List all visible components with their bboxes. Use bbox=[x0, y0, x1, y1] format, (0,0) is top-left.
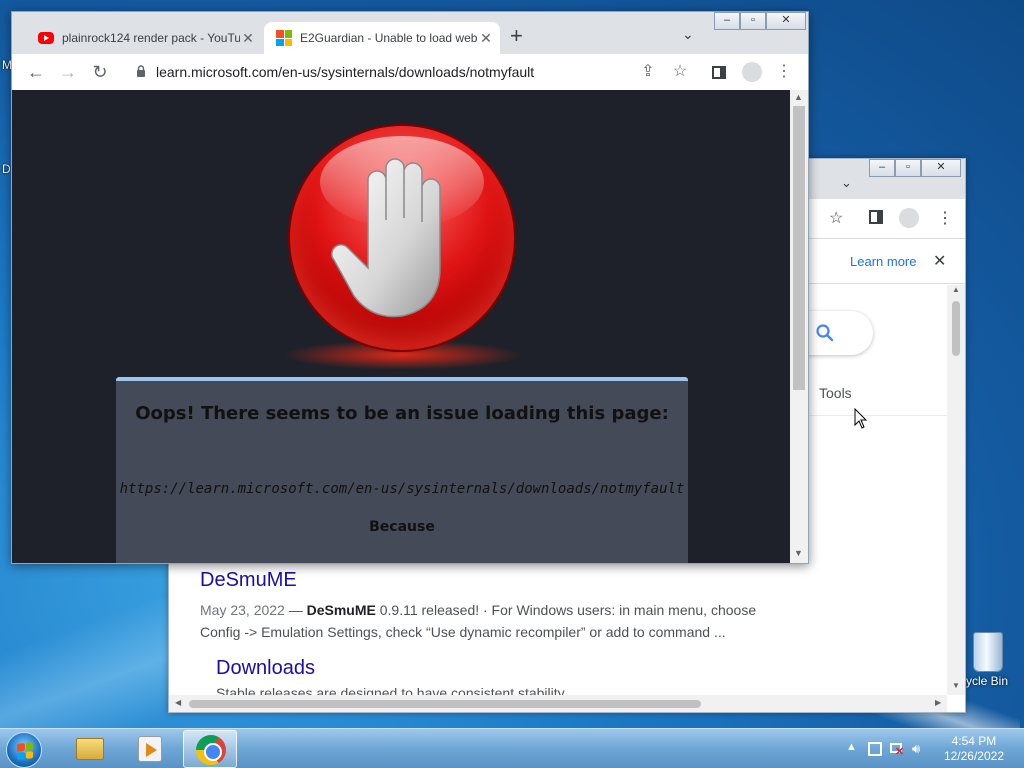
error-message-box: Oops! There seems to be an issue loading… bbox=[116, 377, 688, 563]
new-tab-plus-icon[interactable]: + bbox=[510, 24, 523, 48]
scrollbar-thumb[interactable] bbox=[793, 106, 805, 390]
close-infobar-icon[interactable]: ✕ bbox=[933, 251, 946, 271]
result-snippet: May 23, 2022 — DeSmuME 0.9.11 released! … bbox=[200, 599, 780, 643]
browser-toolbar: ← → ↻ learn.microsoft.com/en-us/sysinter… bbox=[12, 54, 808, 90]
forward-arrow-icon[interactable]: → bbox=[56, 60, 80, 84]
tab-title: plainrock124 render pack - YouTu bbox=[62, 31, 240, 45]
taskbar-explorer-button[interactable] bbox=[62, 730, 116, 768]
clock[interactable]: 4:54 PM 12/26/2022 bbox=[944, 734, 1004, 764]
recycle-bin-icon bbox=[973, 632, 1003, 672]
side-panel-icon[interactable] bbox=[869, 210, 883, 224]
scroll-up-arrow-icon[interactable]: ▲ bbox=[794, 92, 803, 102]
profile-avatar-icon[interactable] bbox=[899, 208, 919, 228]
window-controls: – ▫ ✕ bbox=[714, 12, 806, 30]
scroll-left-arrow-icon[interactable]: ◀ bbox=[175, 698, 181, 707]
result-sublink-snippet: Stable releases are designed to have con… bbox=[216, 685, 565, 695]
desktop-icon-label-fragment[interactable]: D bbox=[2, 162, 11, 176]
tab-search-chevron-icon[interactable]: ⌄ bbox=[682, 26, 694, 43]
error-heading: Oops! There seems to be an issue loading… bbox=[135, 403, 669, 424]
vertical-scrollbar[interactable]: ▲ ▼ bbox=[790, 90, 808, 563]
address-bar[interactable]: learn.microsoft.com/en-us/sysinternals/d… bbox=[124, 57, 696, 87]
scrollbar-thumb[interactable] bbox=[952, 301, 960, 356]
bookmark-star-icon[interactable]: ☆ bbox=[829, 208, 843, 228]
tab-close-icon[interactable]: ✕ bbox=[478, 30, 494, 47]
tab-youtube[interactable]: plainrock124 render pack - YouTu ✕ bbox=[26, 22, 262, 54]
mouse-cursor-icon bbox=[854, 408, 868, 429]
scroll-up-arrow-icon[interactable]: ▲ bbox=[952, 285, 960, 294]
bookmark-star-icon[interactable]: ☆ bbox=[670, 62, 690, 82]
maximize-button[interactable]: ▫ bbox=[740, 12, 766, 30]
minimize-button[interactable]: – bbox=[714, 12, 740, 30]
media-player-icon bbox=[138, 736, 162, 762]
tools-tab[interactable]: Tools bbox=[819, 385, 852, 401]
taskbar: ▲ ✕ 🔊︎ 4:54 PM 12/26/2022 bbox=[0, 728, 1024, 768]
foreground-browser-window[interactable]: – ▫ ✕ plainrock124 render pack - YouTu ✕… bbox=[11, 11, 809, 564]
action-center-icon[interactable] bbox=[868, 742, 882, 756]
volume-icon[interactable]: 🔊︎ bbox=[912, 742, 926, 756]
maximize-button[interactable]: ▫ bbox=[895, 159, 921, 177]
vertical-scrollbar[interactable]: ▲ ▼ bbox=[947, 285, 965, 695]
url-text[interactable]: learn.microsoft.com/en-us/sysinternals/d… bbox=[156, 64, 534, 80]
recycle-bin[interactable]: cycle Bin bbox=[958, 632, 1018, 688]
scrollbar-thumb[interactable] bbox=[189, 700, 701, 708]
menu-kebab-icon[interactable]: ⋮ bbox=[774, 62, 794, 82]
tab-e2guardian[interactable]: E2Guardian - Unable to load web ✕ bbox=[264, 22, 500, 54]
hand-icon bbox=[331, 158, 441, 318]
result-snippet-line1: 0.9.11 released! · For Windows users: in… bbox=[375, 602, 757, 618]
scroll-down-arrow-icon[interactable]: ▼ bbox=[794, 548, 803, 558]
system-tray: ▲ ✕ 🔊︎ 4:54 PM 12/26/2022 bbox=[844, 729, 1024, 768]
result-sublink[interactable]: Downloads bbox=[216, 657, 315, 680]
tab-title: E2Guardian - Unable to load web bbox=[300, 31, 478, 45]
microsoft-icon bbox=[276, 30, 292, 46]
youtube-icon bbox=[38, 32, 54, 44]
minimize-button[interactable]: – bbox=[869, 159, 895, 177]
tab-search-icon[interactable]: ⌄ bbox=[841, 175, 852, 191]
side-panel-icon[interactable] bbox=[712, 66, 726, 79]
windows-logo-icon bbox=[17, 742, 33, 760]
start-button[interactable] bbox=[6, 732, 42, 768]
result-date: May 23, 2022 bbox=[200, 602, 285, 618]
divider bbox=[809, 415, 949, 416]
learn-more-link[interactable]: Learn more bbox=[850, 254, 916, 269]
menu-kebab-icon[interactable]: ⋮ bbox=[937, 208, 953, 228]
profile-avatar-icon[interactable] bbox=[742, 62, 762, 82]
reload-icon[interactable]: ↻ bbox=[88, 60, 112, 84]
tab-strip: – ▫ ✕ plainrock124 render pack - YouTu ✕… bbox=[12, 12, 808, 54]
network-disconnected-icon[interactable]: ✕ bbox=[890, 742, 904, 758]
blocked-page: Oops! There seems to be an issue loading… bbox=[12, 90, 790, 563]
clock-date: 12/26/2022 bbox=[943, 749, 1004, 763]
scroll-down-arrow-icon[interactable]: ▼ bbox=[952, 681, 960, 690]
because-label: Because bbox=[369, 519, 435, 535]
taskbar-media-player-button[interactable] bbox=[122, 730, 176, 768]
share-icon[interactable]: ⇪ bbox=[638, 62, 658, 82]
tab-close-icon[interactable]: ✕ bbox=[240, 30, 256, 47]
back-arrow-icon[interactable]: ← bbox=[24, 60, 48, 84]
search-icon[interactable] bbox=[815, 323, 835, 343]
folder-icon bbox=[76, 738, 104, 760]
lock-icon[interactable] bbox=[136, 65, 146, 77]
result-snippet-dash: — bbox=[288, 602, 307, 618]
chrome-icon bbox=[196, 735, 226, 765]
result-snippet-line2: Config -> Emulation Settings, check “Use… bbox=[200, 624, 726, 640]
close-button[interactable]: ✕ bbox=[921, 159, 961, 177]
taskbar-chrome-button[interactable] bbox=[183, 730, 237, 768]
blocked-url: https://learn.microsoft.com/en-us/sysint… bbox=[119, 481, 685, 497]
window-controls: – ▫ ✕ bbox=[869, 159, 961, 177]
clock-time: 4:54 PM bbox=[951, 734, 997, 748]
close-button[interactable]: ✕ bbox=[766, 12, 806, 30]
recycle-bin-label: cycle Bin bbox=[960, 674, 1009, 688]
scroll-right-arrow-icon[interactable]: ▶ bbox=[935, 698, 941, 707]
result-snippet-bold: DeSmuME bbox=[306, 602, 376, 618]
result-title-link[interactable]: DeSmuME bbox=[200, 569, 297, 592]
show-hidden-icons-arrow-icon[interactable]: ▲ bbox=[846, 741, 857, 753]
stop-hand-icon bbox=[288, 124, 516, 352]
horizontal-scrollbar[interactable]: ◀ ▶ bbox=[169, 695, 947, 712]
